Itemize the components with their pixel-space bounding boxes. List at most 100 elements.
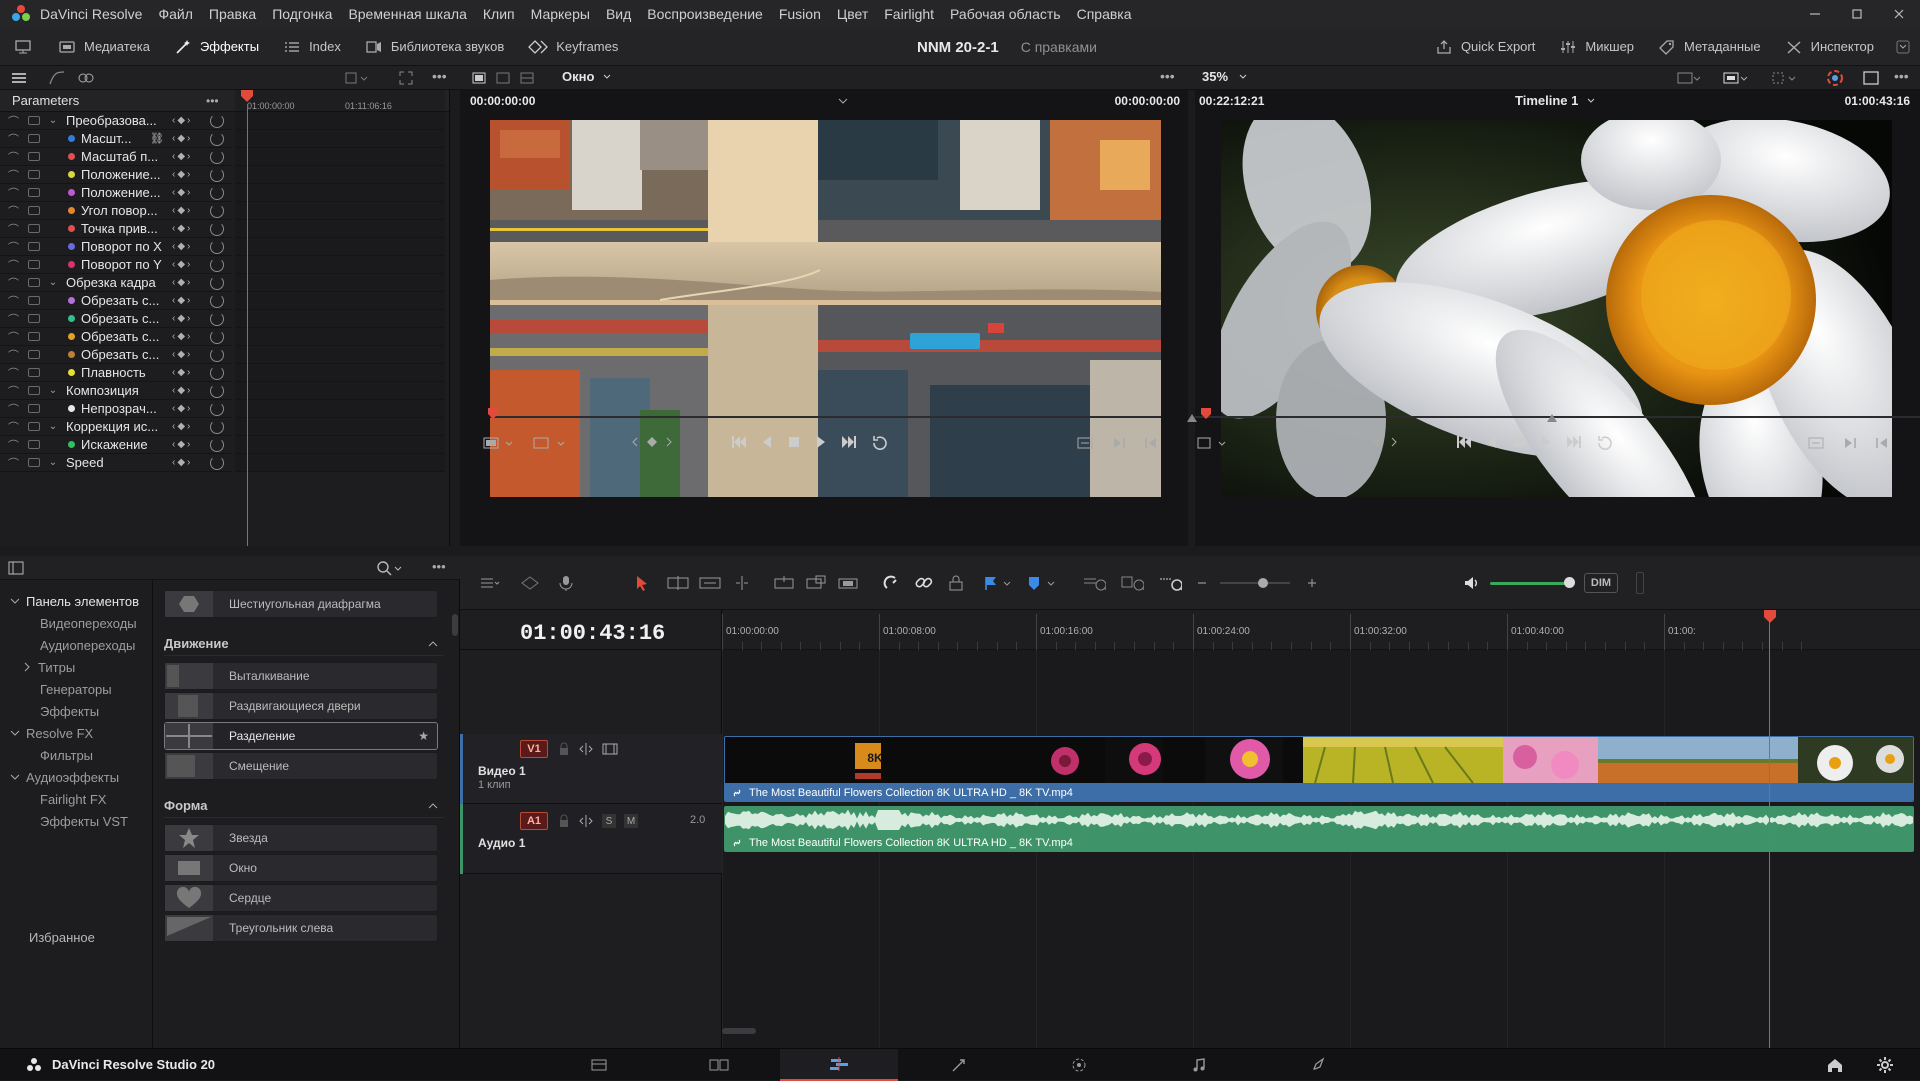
- keyframe-nav[interactable]: ‹◆›: [172, 349, 192, 360]
- flag-color-select[interactable]: [982, 572, 1016, 594]
- safe-area-icon[interactable]: [1676, 70, 1700, 86]
- menu-item[interactable]: Файл: [150, 0, 200, 28]
- timeline-scrubber-playhead[interactable]: [1201, 408, 1211, 422]
- keyframe-nav[interactable]: ‹◆›: [172, 223, 192, 234]
- panel-toggle-icon[interactable]: [8, 561, 24, 575]
- curve-icon[interactable]: ⌒: [8, 419, 24, 435]
- master-volume-handle[interactable]: [1564, 577, 1575, 588]
- zoom-in-icon[interactable]: [1300, 572, 1324, 594]
- menu-item[interactable]: Временная шкала: [340, 0, 474, 28]
- favorites-section[interactable]: Избранное: [0, 924, 150, 950]
- toggle-layout-button[interactable]: [0, 28, 46, 66]
- lock-icon[interactable]: [28, 314, 40, 323]
- favorite-star-icon[interactable]: ★: [418, 729, 429, 743]
- replace-clip-icon[interactable]: [836, 572, 860, 594]
- reset-icon[interactable]: [210, 275, 224, 290]
- menu-item[interactable]: Вид: [598, 0, 639, 28]
- curve-icon[interactable]: ⌒: [8, 203, 24, 219]
- param-row[interactable]: ⌒ Обрезать с... ‹◆›: [0, 310, 232, 328]
- mixer-button[interactable]: Микшер: [1547, 28, 1646, 66]
- search-icon[interactable]: [376, 560, 402, 576]
- curve-icon[interactable]: ⌒: [8, 383, 24, 399]
- media-page-tab[interactable]: [540, 1049, 658, 1081]
- reset-icon[interactable]: [210, 293, 224, 308]
- keyframe-nav[interactable]: ‹◆›: [172, 331, 192, 342]
- go-to-start-icon[interactable]: [1455, 433, 1473, 451]
- param-row[interactable]: ⌒ Поворот по Y ‹◆›: [0, 256, 232, 274]
- keyframe-track[interactable]: [235, 382, 445, 400]
- curve-edit-icon[interactable]: [48, 70, 66, 86]
- reset-icon[interactable]: [210, 419, 224, 434]
- prev-keyframe-icon[interactable]: [630, 435, 640, 449]
- dim-button[interactable]: DIM: [1584, 573, 1618, 593]
- chevron-down-icon[interactable]: ⌄: [46, 115, 60, 126]
- reset-icon[interactable]: [210, 239, 224, 254]
- keyframe-nav[interactable]: ‹◆›: [172, 205, 192, 216]
- param-group-row[interactable]: ⌒ ⌄ Обрезка кадра ‹◆›: [0, 274, 232, 292]
- keyframe-track[interactable]: [235, 292, 445, 310]
- menu-item[interactable]: Рабочая область: [942, 0, 1069, 28]
- reset-icon[interactable]: [210, 203, 224, 218]
- chevron-down-icon[interactable]: [838, 98, 848, 106]
- param-row[interactable]: ⌒ Искажение ‹◆›: [0, 436, 232, 454]
- mark-in-icon[interactable]: [1112, 435, 1126, 451]
- param-row[interactable]: ⌒ Плавность ‹◆›: [0, 364, 232, 382]
- lock-icon[interactable]: [28, 296, 40, 305]
- reset-icon[interactable]: [210, 149, 224, 164]
- keyframe-nav[interactable]: ‹◆›: [172, 457, 192, 468]
- loop-icon[interactable]: [1595, 433, 1615, 451]
- reset-icon[interactable]: [210, 329, 224, 344]
- position-lock-icon[interactable]: [944, 572, 968, 594]
- lock-icon[interactable]: [28, 260, 40, 269]
- keyframe-track[interactable]: [235, 328, 445, 346]
- metadata-button[interactable]: Метаданные: [1646, 28, 1773, 66]
- reset-icon[interactable]: [210, 221, 224, 236]
- menu-item[interactable]: Справка: [1069, 0, 1140, 28]
- solo-button[interactable]: S: [602, 814, 616, 828]
- cut-page-tab[interactable]: [660, 1049, 778, 1081]
- lock-icon[interactable]: [28, 422, 40, 431]
- reset-icon[interactable]: [210, 185, 224, 200]
- reset-icon[interactable]: [210, 383, 224, 398]
- lock-icon[interactable]: [28, 170, 40, 179]
- curve-icon[interactable]: ⌒: [8, 437, 24, 453]
- expand-panel-button[interactable]: [1886, 28, 1920, 66]
- keyframe-nav[interactable]: ‹◆›: [172, 403, 192, 414]
- timeline-zoom-slider-handle[interactable]: [1258, 578, 1268, 588]
- sound-library-button[interactable]: Библиотека звуков: [353, 28, 516, 66]
- effects-section-header[interactable]: Форма: [164, 794, 444, 818]
- media-pool-button[interactable]: Медиатека: [46, 28, 162, 66]
- timeline-h-scrollbar[interactable]: [722, 1028, 756, 1034]
- curve-icon[interactable]: ⌒: [8, 131, 24, 147]
- curve-icon[interactable]: ⌒: [8, 221, 24, 237]
- effect-item[interactable]: Раздвигающиеся двери: [164, 692, 438, 720]
- menu-item[interactable]: Fairlight: [876, 0, 942, 28]
- deliver-page-tab[interactable]: [1260, 1049, 1378, 1081]
- lock-icon[interactable]: [28, 116, 40, 125]
- video-track-header[interactable]: V1 Видео 1 1 клип: [460, 734, 722, 804]
- keyframe-track[interactable]: [235, 364, 445, 382]
- keyframe-track[interactable]: [235, 130, 445, 148]
- keyframe-nav[interactable]: ‹◆›: [172, 151, 192, 162]
- curve-icon[interactable]: ⌒: [8, 311, 24, 327]
- edit-page-tab[interactable]: [780, 1049, 898, 1081]
- viewer-zoom-icon[interactable]: [482, 435, 516, 451]
- clip-view-icon[interactable]: [344, 70, 372, 86]
- keyframe-track[interactable]: [235, 436, 445, 454]
- keyframe-track[interactable]: [235, 220, 445, 238]
- param-group-row[interactable]: ⌒ ⌄ Speed ‹◆›: [0, 454, 232, 472]
- effect-item[interactable]: Сердце: [164, 884, 438, 912]
- kf-options-menu[interactable]: •••: [432, 68, 447, 84]
- param-row[interactable]: ⌒ Поворот по X ‹◆›: [0, 238, 232, 256]
- menu-item[interactable]: Правка: [201, 0, 264, 28]
- reset-icon[interactable]: [210, 365, 224, 380]
- keyframe-track[interactable]: [235, 256, 445, 274]
- dynamic-trim-icon[interactable]: [698, 572, 722, 594]
- output-format-icon[interactable]: [1722, 70, 1748, 86]
- source-viewer-mode-select[interactable]: Окно: [562, 69, 612, 84]
- transform-icon[interactable]: [532, 435, 572, 451]
- param-row[interactable]: ⌒ Угол повор... ‹◆›: [0, 202, 232, 220]
- transform-overlay-icon[interactable]: [1770, 70, 1796, 86]
- keyframe-track[interactable]: [235, 454, 445, 472]
- index-button[interactable]: Index: [271, 28, 353, 66]
